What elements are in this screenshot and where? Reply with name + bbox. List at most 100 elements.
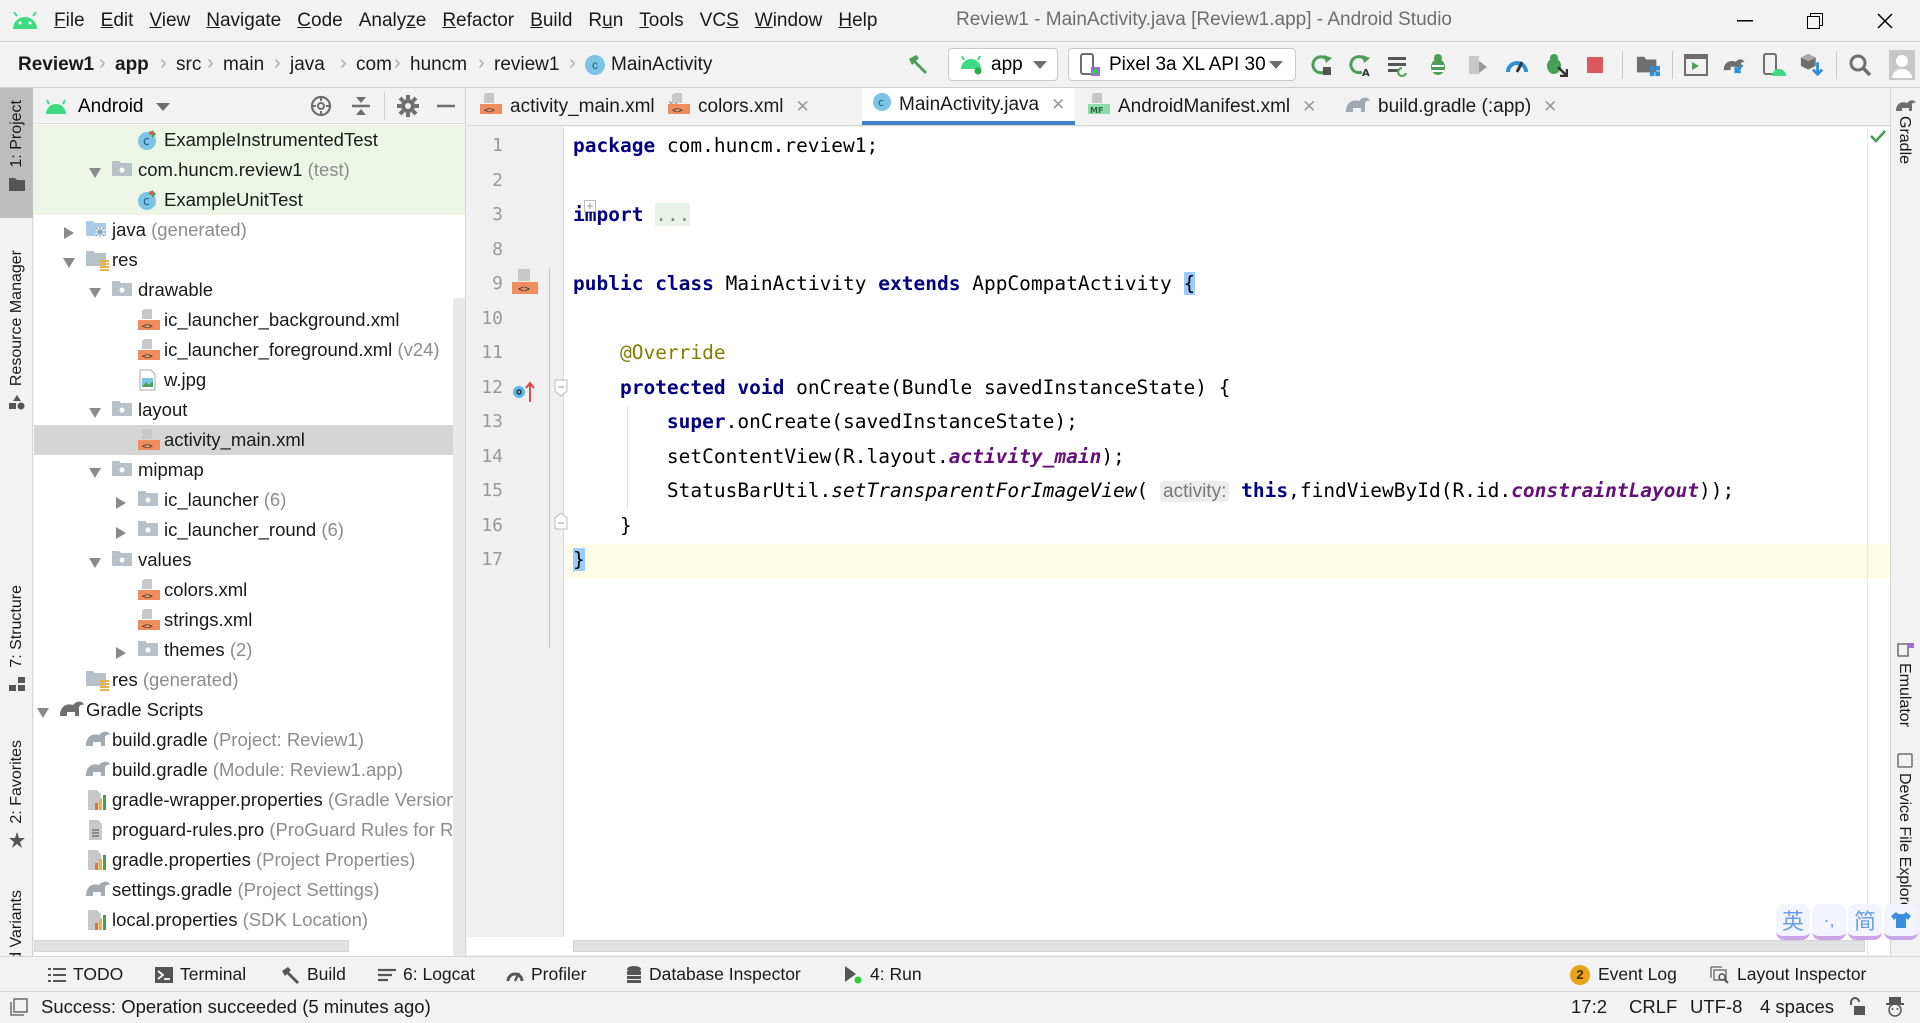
tree-item[interactable]: w.jpg (34, 365, 465, 395)
overrides-method-marker[interactable] (512, 380, 538, 409)
menu-view[interactable]: View (149, 10, 190, 32)
tool-window-profiler[interactable]: Profiler (506, 964, 586, 985)
toggle-tool-windows-button[interactable] (10, 998, 28, 1021)
tree-item[interactable]: <> strings.xml (34, 605, 465, 635)
menu-help[interactable]: Help (838, 10, 877, 32)
code-line[interactable]: package com.huncm.review1; (573, 134, 878, 157)
menu-vcs[interactable]: VCS (700, 10, 739, 32)
expand-arrow-down-icon[interactable] (36, 703, 50, 718)
breadcrumb-item[interactable]: Review1 (18, 54, 94, 76)
editor-tab[interactable]: c MainActivity.java ✕ (862, 88, 1075, 125)
code-editor[interactable]: 1 2 3 8 9 10 11 12 13 14 15 16 17 package com.huncm.… (467, 127, 1890, 955)
tree-item[interactable]: proguard-rules.pro (ProGuard Rules for R… (34, 815, 465, 845)
debug-button[interactable] (1426, 53, 1450, 77)
stop-button[interactable] (1583, 53, 1607, 77)
line-separator[interactable]: CRLF (1629, 996, 1677, 1018)
apply-changes-button[interactable] (1386, 53, 1410, 77)
expand-arrow-down-icon[interactable] (88, 403, 102, 418)
editor-tab[interactable]: MF AndroidManifest.xml ✕ (1087, 88, 1332, 125)
search-everywhere-button[interactable] (1848, 53, 1872, 77)
breadcrumb-item[interactable]: com (356, 54, 392, 76)
expand-arrow-right-icon[interactable] (114, 523, 128, 539)
expand-arrow-down-icon[interactable] (88, 553, 102, 568)
tool-window-layout-inspector[interactable]: Layout Inspector (1710, 964, 1866, 985)
code-line[interactable]: setContentView(R.layout.activity_main); (573, 445, 1125, 468)
expand-arrow-down-icon[interactable] (88, 463, 102, 478)
editor-tab[interactable]: <> colors.xml ✕ (667, 88, 850, 125)
apply-changes-restart-button[interactable] (1310, 53, 1334, 77)
tool-tab-project[interactable]: 1: Project (0, 88, 33, 218)
menu-navigate[interactable]: Navigate (206, 10, 281, 32)
apply-code-changes-button[interactable]: A (1348, 53, 1372, 77)
tree-item[interactable]: <> ic_launcher_foreground.xml (v24) (34, 335, 465, 365)
menu-window[interactable]: Window (755, 10, 823, 32)
menu-tools[interactable]: Tools (639, 10, 683, 32)
expand-arrow-right-icon[interactable] (114, 493, 128, 509)
breadcrumb-item[interactable]: main (223, 54, 264, 76)
indent-setting[interactable]: 4 spaces (1760, 996, 1834, 1018)
fold-collapse-icon[interactable] (554, 379, 568, 402)
breadcrumb-item[interactable]: app (115, 54, 149, 76)
ime-language-toggle[interactable]: 英 (1776, 904, 1810, 940)
sync-gradle-button[interactable] (1722, 53, 1746, 77)
tree-item[interactable]: <> colors.xml (34, 575, 465, 605)
vertical-scrollbar[interactable] (453, 298, 465, 956)
tool-window-database-inspector[interactable]: Database Inspector (626, 964, 801, 985)
collapse-all-button[interactable] (349, 94, 373, 123)
tree-item[interactable]: <> activity_main.xml (34, 425, 465, 455)
hector-inspector-button[interactable] (1884, 996, 1906, 1023)
caret-position[interactable]: 17:2 (1571, 996, 1607, 1018)
project-structure-button[interactable] (1636, 53, 1660, 77)
code-line[interactable]: protected void onCreate(Bundle savedInst… (573, 376, 1231, 399)
tree-item[interactable]: build.gradle (Module: Review1.app) (34, 755, 465, 785)
tool-window-build[interactable]: Build (280, 964, 346, 985)
tree-item[interactable]: res (34, 245, 465, 275)
run-with-coverage-button[interactable] (1466, 53, 1490, 77)
close-tab-icon[interactable]: ✕ (796, 97, 810, 117)
menu-build[interactable]: Build (530, 10, 572, 32)
tree-item[interactable]: values (34, 545, 465, 575)
tool-window-run[interactable]: 4: Run (843, 964, 922, 985)
expand-arrow-right-icon[interactable] (62, 223, 76, 239)
code-line[interactable]: @Override (573, 341, 726, 364)
tool-window-event-log[interactable]: 2 Event Log (1570, 964, 1677, 985)
panel-settings-button[interactable] (396, 94, 420, 123)
expand-arrow-right-icon[interactable] (114, 643, 128, 659)
tree-item[interactable]: c ExampleUnitTest (34, 185, 465, 215)
device-file-explorer-tool-tab[interactable]: Device File Explorer (1895, 773, 1913, 916)
make-project-button[interactable] (906, 53, 930, 77)
tool-tab-favorites[interactable]: 2: Favorites (0, 728, 33, 868)
breadcrumb-item[interactable]: src (176, 54, 201, 76)
tool-tab-structure[interactable]: 7: Structure (0, 573, 33, 713)
emulator-tool-tab[interactable]: Emulator (1895, 663, 1913, 727)
tree-item[interactable]: local.properties (SDK Location) (34, 905, 465, 935)
tree-item[interactable]: c ExampleInstrumentedTest (34, 125, 465, 155)
ime-skin-button[interactable] (1884, 904, 1918, 940)
breadcrumb-item[interactable]: review1 (494, 54, 559, 76)
hide-panel-button[interactable] (434, 94, 458, 123)
run-configuration-dropdown[interactable]: app (948, 48, 1058, 81)
menu-file[interactable]: File (54, 10, 85, 32)
close-tab-icon[interactable]: ✕ (1051, 95, 1065, 115)
gradle-tool-tab[interactable]: Gradle (1895, 116, 1913, 164)
tree-item[interactable]: mipmap (34, 455, 465, 485)
close-tab-icon[interactable]: ✕ (1302, 97, 1316, 117)
fold-end-marker[interactable] (554, 512, 568, 535)
tree-item[interactable]: build.gradle (Project: Review1) (34, 725, 465, 755)
breadcrumb-item[interactable]: huncm (410, 54, 467, 76)
tool-window-logcat[interactable]: 6: Logcat (378, 964, 475, 985)
select-opened-file-button[interactable] (309, 94, 333, 123)
project-view-selector[interactable]: Android (44, 96, 170, 118)
tree-item[interactable]: settings.gradle (Project Settings) (34, 875, 465, 905)
expand-arrow-down-icon[interactable] (88, 163, 102, 178)
menu-analyze[interactable]: Analyze (359, 10, 427, 32)
horizontal-scrollbar[interactable] (34, 940, 349, 952)
tool-tab-resource-manager[interactable]: Resource Manager (0, 238, 33, 498)
code-line[interactable]: StatusBarUtil.setTransparentForImageView… (573, 479, 1734, 503)
read-only-toggle[interactable] (1848, 997, 1866, 1022)
code-line[interactable]: } (573, 548, 585, 571)
menu-run[interactable]: Run (588, 10, 623, 32)
file-encoding[interactable]: UTF-8 (1690, 996, 1742, 1018)
code-line[interactable]: } (573, 514, 632, 537)
editor-tab[interactable]: <>activity_main.xml✕ (479, 88, 681, 125)
